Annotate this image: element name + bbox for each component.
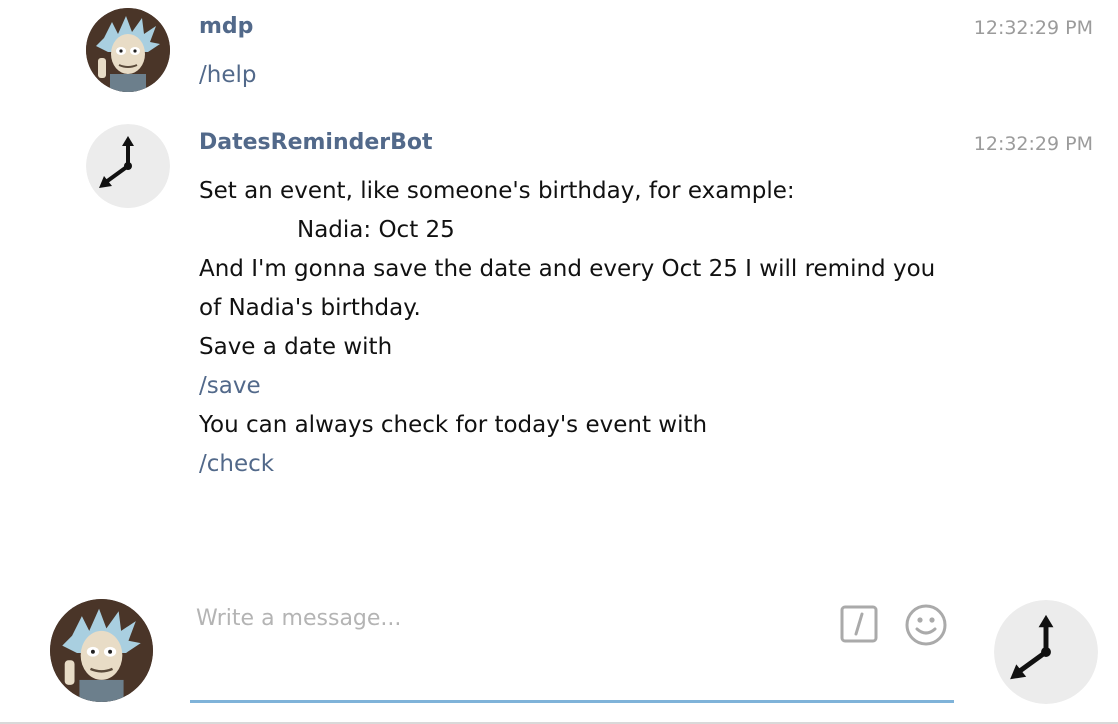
- smiley-icon[interactable]: [904, 603, 948, 647]
- rick-avatar-icon[interactable]: [86, 8, 170, 92]
- command-link-save[interactable]: /save: [199, 367, 935, 406]
- message-body: /help: [199, 56, 256, 95]
- message-line: And I'm gonna save the date and every Oc…: [199, 256, 936, 282]
- message-input[interactable]: [190, 598, 842, 638]
- message-body: Set an event, like someone's birthday, f…: [199, 172, 935, 484]
- sender-name[interactable]: mdp: [199, 14, 253, 39]
- message-line: You can always check for today's event w…: [199, 412, 708, 438]
- command-link-check[interactable]: /check: [199, 445, 935, 484]
- command-link-help[interactable]: /help: [199, 56, 256, 95]
- sender-name[interactable]: DatesReminderBot: [199, 130, 433, 155]
- message-line: Save a date with: [199, 334, 393, 360]
- clock-avatar-icon[interactable]: [994, 600, 1098, 704]
- chat-window: mdp 12:32:29 PM /help DatesReminderBot 1…: [0, 0, 1118, 724]
- slash-command-icon[interactable]: [840, 605, 878, 643]
- message-line: Set an event, like someone's birthday, f…: [199, 178, 795, 204]
- rick-avatar-icon[interactable]: [50, 599, 153, 702]
- clock-avatar-icon[interactable]: [86, 124, 170, 208]
- message-timestamp: 12:32:29 PM: [973, 133, 1093, 155]
- message-line: of Nadia's birthday.: [199, 295, 421, 321]
- message-line-example: Nadia: Oct 25: [297, 217, 455, 243]
- input-underline: [190, 700, 954, 703]
- message-timestamp: 12:32:29 PM: [973, 17, 1093, 39]
